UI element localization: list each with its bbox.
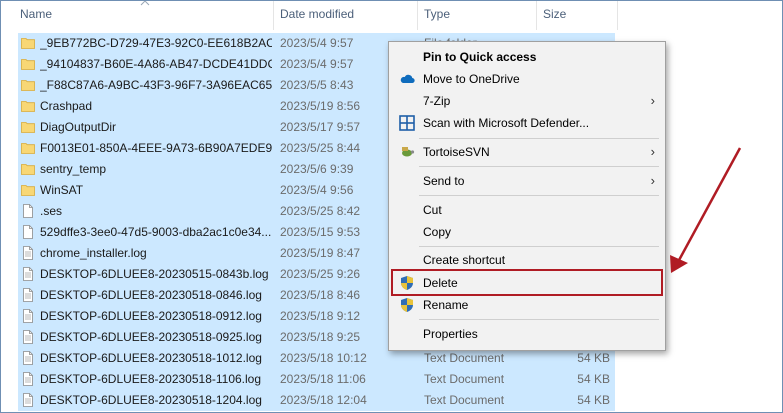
folder-icon bbox=[21, 141, 35, 155]
log-icon bbox=[21, 309, 35, 323]
chevron-right-icon: › bbox=[650, 144, 655, 159]
chevron-right-icon: › bbox=[650, 93, 655, 108]
log-icon bbox=[21, 330, 35, 344]
tortoisesvn-turtle-icon bbox=[402, 147, 415, 157]
menu-separator bbox=[419, 319, 659, 320]
file-name: DESKTOP-6DLUEE8-20230518-0846.log bbox=[40, 288, 262, 302]
table-row[interactable]: DESKTOP-6DLUEE8-20230518-1204.log 2023/5/… bbox=[18, 390, 615, 411]
menu-item-tortoisesvn[interactable]: TortoiseSVN › bbox=[389, 141, 665, 163]
file-name: DESKTOP-6DLUEE8-20230518-1106.log bbox=[40, 372, 262, 386]
file-size: 54 KB bbox=[577, 372, 610, 386]
chevron-right-icon: › bbox=[650, 173, 655, 188]
file-type: Text Document bbox=[424, 372, 505, 386]
column-header: Name Date modified Type Size bbox=[0, 0, 783, 30]
file-name: DESKTOP-6DLUEE8-20230518-0912.log bbox=[40, 309, 262, 323]
defender-shield-icon bbox=[399, 115, 415, 131]
sort-ascending-icon bbox=[140, 0, 150, 6]
folder-icon bbox=[21, 99, 35, 113]
file-icon bbox=[21, 204, 35, 218]
file-name: _F88C87A6-A9BC-43F3-96F7-3A96EAC65... bbox=[40, 78, 272, 92]
table-row[interactable]: DESKTOP-6DLUEE8-20230518-1012.log 2023/5/… bbox=[18, 348, 615, 369]
file-name: .ses bbox=[40, 204, 63, 218]
folder-icon bbox=[21, 162, 35, 176]
menu-item-label: TortoiseSVN bbox=[423, 145, 490, 159]
log-icon bbox=[21, 351, 35, 365]
menu-item-send-to[interactable]: Send to › bbox=[389, 170, 665, 192]
file-name: WinSAT bbox=[40, 183, 84, 197]
column-date-modified[interactable]: Date modified bbox=[274, 0, 416, 30]
file-size: 54 KB bbox=[577, 351, 610, 365]
menu-separator bbox=[419, 138, 659, 139]
file-name: sentry_temp bbox=[40, 162, 107, 176]
menu-item-copy[interactable]: Copy bbox=[389, 221, 665, 243]
menu-item-move-to-onedrive[interactable]: Move to OneDrive bbox=[389, 68, 665, 90]
file-name: DiagOutputDir bbox=[40, 120, 117, 134]
column-size[interactable]: Size bbox=[537, 0, 617, 30]
menu-item-create-shortcut[interactable]: Create shortcut bbox=[389, 249, 665, 271]
log-icon bbox=[21, 393, 35, 407]
table-row[interactable]: DESKTOP-6DLUEE8-20230518-1106.log 2023/5/… bbox=[18, 369, 615, 390]
log-icon bbox=[21, 372, 35, 386]
file-name: chrome_installer.log bbox=[40, 246, 147, 260]
menu-item-label: Move to OneDrive bbox=[423, 72, 520, 86]
log-icon bbox=[21, 267, 35, 281]
menu-item-label: Rename bbox=[423, 298, 469, 312]
file-date-modified: 2023/5/18 12:04 bbox=[280, 393, 367, 407]
menu-item-label: Cut bbox=[423, 203, 442, 217]
file-name: F0013E01-850A-4EEE-9A73-6B90A7EDE9C... bbox=[40, 141, 272, 155]
file-name: Crashpad bbox=[40, 99, 93, 113]
menu-item-label: 7-Zip bbox=[423, 94, 451, 108]
file-name: DESKTOP-6DLUEE8-20230515-0843b.log bbox=[40, 267, 269, 281]
menu-separator bbox=[419, 195, 659, 196]
menu-item-label: Scan with Microsoft Defender... bbox=[423, 116, 590, 130]
menu-separator bbox=[419, 166, 659, 167]
menu-item-label: Copy bbox=[423, 225, 452, 239]
log-icon bbox=[21, 288, 35, 302]
file-name: _9EB772BC-D729-47E3-92C0-EE618B2AC... bbox=[40, 36, 272, 50]
file-date-modified: 2023/5/18 11:06 bbox=[280, 372, 366, 386]
menu-item-scan-defender[interactable]: Scan with Microsoft Defender... bbox=[389, 112, 665, 134]
menu-item-label: Send to bbox=[423, 174, 465, 188]
file-type: Text Document bbox=[424, 393, 505, 407]
file-size: 54 KB bbox=[577, 393, 610, 407]
file-name: 529dffe3-3ee0-47d5-9003-dba2ac1c0e34.... bbox=[40, 225, 272, 239]
delete-highlight-box bbox=[391, 269, 663, 296]
menu-item-rename[interactable]: Rename bbox=[389, 294, 665, 316]
folder-icon bbox=[21, 36, 35, 50]
folder-icon bbox=[21, 120, 35, 134]
menu-item-pin-to-quick-access[interactable]: Pin to Quick access bbox=[389, 46, 665, 68]
file-type: Text Document bbox=[424, 351, 505, 365]
menu-item-label: Create shortcut bbox=[423, 253, 506, 267]
folder-icon bbox=[21, 183, 35, 197]
menu-separator bbox=[419, 246, 659, 247]
context-menu: Pin to Quick access Move to OneDrive 7-Z… bbox=[388, 41, 666, 351]
folder-icon bbox=[21, 57, 35, 71]
column-type[interactable]: Type bbox=[418, 0, 536, 30]
folder-icon bbox=[21, 78, 35, 92]
menu-item-label: Properties bbox=[423, 327, 478, 341]
column-divider[interactable] bbox=[617, 0, 618, 30]
file-name: DESKTOP-6DLUEE8-20230518-0925.log bbox=[40, 330, 262, 344]
menu-item-properties[interactable]: Properties bbox=[389, 323, 665, 345]
uac-shield-icon bbox=[401, 298, 413, 312]
menu-item-cut[interactable]: Cut bbox=[389, 199, 665, 221]
file-name: _94104837-B60E-4A86-AB47-DCDE41DDC... bbox=[40, 57, 272, 71]
onedrive-cloud-icon bbox=[400, 74, 415, 84]
file-date-modified: 2023/5/18 10:12 bbox=[280, 351, 367, 365]
log-icon bbox=[21, 246, 35, 260]
file-name: DESKTOP-6DLUEE8-20230518-1012.log bbox=[40, 351, 262, 365]
file-icon bbox=[21, 225, 35, 239]
menu-item-label: Pin to Quick access bbox=[423, 50, 537, 64]
file-name: DESKTOP-6DLUEE8-20230518-1204.log bbox=[40, 393, 262, 407]
menu-item-7zip[interactable]: 7-Zip › bbox=[389, 90, 665, 112]
